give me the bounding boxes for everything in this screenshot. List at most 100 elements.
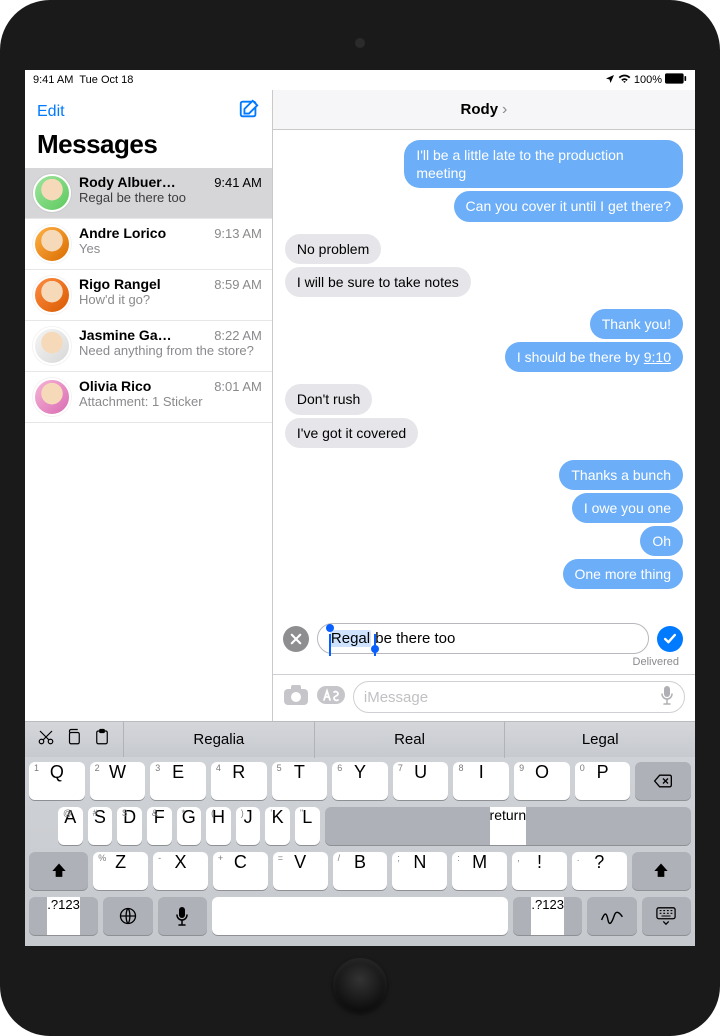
key-?[interactable]: .? (572, 852, 627, 890)
avatar (33, 276, 71, 314)
key-p[interactable]: 0P (575, 762, 631, 800)
message-out[interactable]: Oh (640, 526, 683, 556)
message-in[interactable]: I will be sure to take notes (285, 267, 471, 297)
message-out[interactable]: I'll be a little late to the production … (404, 140, 683, 188)
backspace-key[interactable] (635, 762, 691, 800)
key-d[interactable]: $D (117, 807, 142, 845)
key-g[interactable]: *G (177, 807, 202, 845)
key-t[interactable]: 5T (272, 762, 328, 800)
key-x[interactable]: -X (153, 852, 208, 890)
key-y[interactable]: 6Y (332, 762, 388, 800)
key-q[interactable]: 1Q (29, 762, 85, 800)
key-h[interactable]: (H (206, 807, 231, 845)
conversation-item[interactable]: Rigo Rangel 8:59 AM How'd it go? (25, 270, 272, 321)
conversation-name: Olivia Rico (79, 378, 151, 394)
key-a[interactable]: @A (58, 807, 83, 845)
key-![interactable]: ,! (512, 852, 567, 890)
key-l[interactable]: "L (295, 807, 320, 845)
paste-icon[interactable] (93, 728, 111, 751)
number-key[interactable]: .?123 (29, 897, 98, 935)
message-list[interactable]: I'll be a little late to the production … (273, 130, 695, 619)
battery-pct: 100% (634, 74, 662, 86)
conversation-preview: Attachment: 1 Sticker (79, 394, 262, 409)
conversation-item[interactable]: Olivia Rico 8:01 AM Attachment: 1 Sticke… (25, 372, 272, 423)
hide-keyboard-key[interactable] (642, 897, 691, 935)
home-button[interactable] (333, 958, 387, 1012)
message-out[interactable]: Can you cover it until I get there? (454, 191, 683, 221)
key-n[interactable]: ;N (392, 852, 447, 890)
edit-rest-text: be there too (375, 630, 455, 647)
cancel-edit-button[interactable] (283, 626, 309, 652)
key-j[interactable]: )J (236, 807, 261, 845)
conversation-preview: Regal be there too (79, 190, 262, 205)
shift-key[interactable] (29, 852, 88, 890)
message-out[interactable]: I owe you one (572, 493, 683, 523)
key-i[interactable]: 8I (453, 762, 509, 800)
keyboard: 1Q2W3E4R5T6Y7U8I9O0P @A#S$D&F*G(H)J'K"Lr… (25, 757, 695, 946)
key-m[interactable]: :M (452, 852, 507, 890)
key-o[interactable]: 9O (514, 762, 570, 800)
conversation-title: Rody (461, 101, 499, 118)
key-e[interactable]: 3E (150, 762, 206, 800)
message-in[interactable]: No problem (285, 234, 381, 264)
status-date: Tue Oct 18 (79, 74, 133, 86)
message-out[interactable]: I should be there by 9:10 (505, 342, 683, 372)
key-b[interactable]: /B (333, 852, 388, 890)
apps-icon[interactable] (317, 684, 345, 711)
message-in[interactable]: I've got it covered (285, 418, 418, 448)
compose-bar: iMessage (273, 674, 695, 721)
key-k[interactable]: 'K (265, 807, 290, 845)
number-key[interactable]: .?123 (513, 897, 582, 935)
ipad-frame: 9:41 AM Tue Oct 18 100% Edi (0, 0, 720, 1036)
conversation-item[interactable]: Rody Albuer… 9:41 AM Regal be there too (25, 168, 272, 219)
conversation-time: 8:59 AM (214, 277, 262, 292)
conversation-preview: Need anything from the store? (79, 343, 262, 358)
edit-button[interactable]: Edit (37, 103, 65, 121)
edit-message-field[interactable]: Regal be there too (317, 623, 649, 654)
compose-input[interactable]: iMessage (353, 681, 685, 713)
globe-key[interactable] (103, 897, 152, 935)
key-u[interactable]: 7U (393, 762, 449, 800)
handwriting-key[interactable] (587, 897, 636, 935)
conversation-item[interactable]: Andre Lorico 9:13 AM Yes (25, 219, 272, 270)
prediction-suggestion[interactable]: Real (315, 722, 506, 758)
message-out[interactable]: One more thing (563, 559, 684, 589)
compose-button[interactable] (238, 98, 260, 125)
key-z[interactable]: %Z (93, 852, 148, 890)
conversation-name: Rigo Rangel (79, 276, 161, 292)
front-camera (355, 38, 365, 48)
conversation-time: 9:41 AM (214, 175, 262, 190)
shift-key[interactable] (632, 852, 691, 890)
camera-icon[interactable] (283, 684, 309, 711)
selected-text[interactable]: Regal (330, 630, 371, 647)
delivered-label: Delivered (273, 656, 695, 674)
prediction-suggestion[interactable]: Regalia (124, 722, 315, 758)
sidebar-title: Messages (25, 127, 272, 168)
key-r[interactable]: 4R (211, 762, 267, 800)
copy-icon[interactable] (65, 728, 83, 751)
avatar (33, 327, 71, 365)
key-c[interactable]: +C (213, 852, 268, 890)
conversation-header[interactable]: Rody › (273, 90, 695, 130)
edit-message-row: Regal be there too (273, 619, 695, 656)
key-w[interactable]: 2W (90, 762, 146, 800)
location-icon (605, 74, 615, 87)
return-key[interactable]: return (325, 807, 691, 845)
conversation-item[interactable]: Jasmine Ga… 8:22 AM Need anything from t… (25, 321, 272, 372)
mic-icon[interactable] (660, 685, 674, 710)
battery-icon (665, 73, 687, 87)
cut-icon[interactable] (37, 728, 55, 751)
key-v[interactable]: =V (273, 852, 328, 890)
message-out[interactable]: Thanks a bunch (559, 460, 683, 490)
key-s[interactable]: #S (88, 807, 113, 845)
message-in[interactable]: Don't rush (285, 384, 372, 414)
avatar (33, 225, 71, 263)
key-f[interactable]: &F (147, 807, 172, 845)
dictate-key[interactable] (158, 897, 207, 935)
confirm-edit-button[interactable] (657, 626, 683, 652)
space-key[interactable] (212, 897, 508, 935)
prediction-suggestion[interactable]: Legal (505, 722, 695, 758)
message-out[interactable]: Thank you! (590, 309, 683, 339)
time-link[interactable]: 9:10 (644, 349, 671, 365)
conversation-list[interactable]: Rody Albuer… 9:41 AM Regal be there too … (25, 168, 272, 721)
